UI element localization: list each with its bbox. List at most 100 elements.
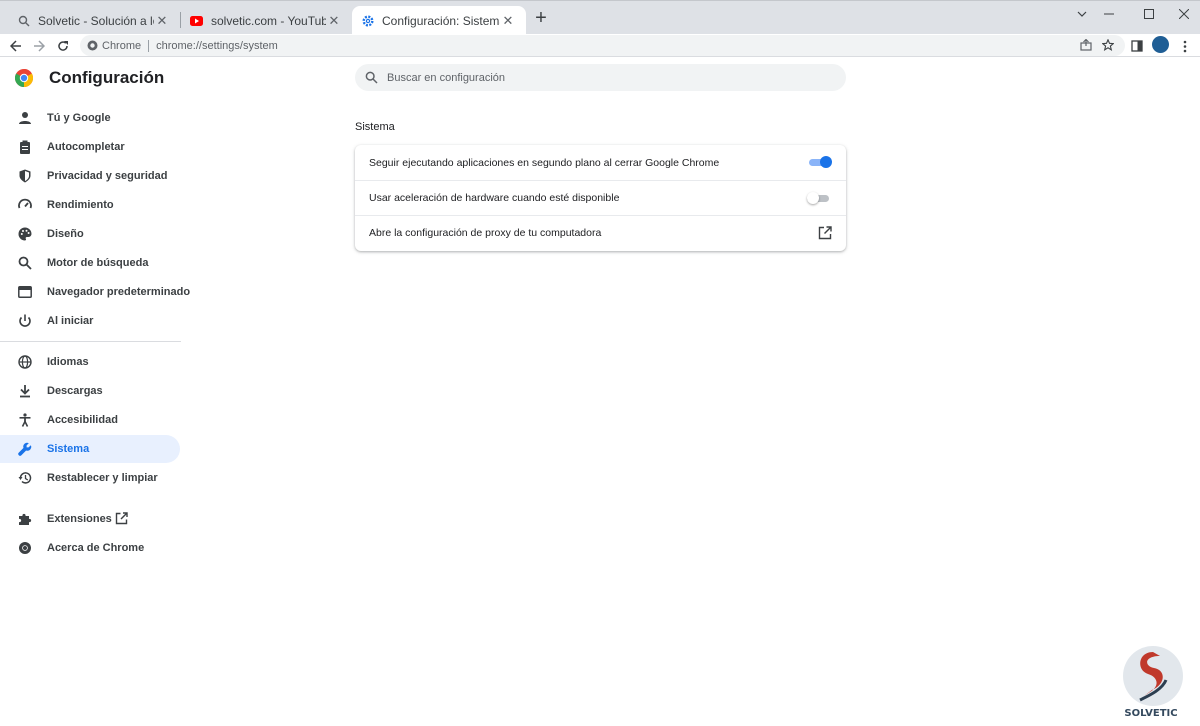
external-link-icon bbox=[115, 512, 128, 525]
sidebar-item-downloads[interactable]: Descargas bbox=[0, 377, 180, 405]
tab-solvetic[interactable]: Solvetic - Solución a los problem ✕ bbox=[8, 6, 180, 35]
external-link-icon[interactable] bbox=[818, 226, 832, 240]
page-title: Configuración bbox=[49, 68, 165, 87]
toggle-knob bbox=[820, 156, 832, 168]
more-vert-icon bbox=[1183, 40, 1187, 52]
setting-row-background-apps[interactable]: Seguir ejecutando aplicaciones en segund… bbox=[355, 145, 846, 180]
address-bar[interactable]: Chrome chrome://settings/system bbox=[80, 35, 1125, 56]
sidebar-item-label: Motor de búsqueda bbox=[47, 257, 149, 269]
omnibox-url: chrome://settings/system bbox=[156, 39, 278, 52]
person-icon bbox=[19, 112, 31, 124]
tab-search-button[interactable] bbox=[1068, 4, 1096, 24]
sidebar-item-languages[interactable]: Idiomas bbox=[0, 348, 180, 376]
tab-title: Configuración: Sistema bbox=[382, 13, 500, 28]
settings-search bbox=[355, 64, 846, 91]
youtube-icon bbox=[190, 15, 203, 26]
puzzle-icon bbox=[19, 513, 32, 525]
sidebar-item-search-engine[interactable]: Motor de búsqueda bbox=[0, 249, 180, 277]
gear-icon bbox=[362, 14, 374, 27]
sidebar-item-label: Tú y Google bbox=[47, 112, 111, 124]
setting-label: Usar aceleración de hardware cuando esté… bbox=[369, 192, 620, 204]
omnibox-chrome-label: Chrome bbox=[102, 39, 142, 52]
back-button[interactable] bbox=[7, 37, 25, 55]
restore-icon bbox=[18, 472, 32, 484]
sidebar-item-performance[interactable]: Rendimiento bbox=[0, 191, 180, 219]
accessibility-icon bbox=[19, 413, 31, 427]
tab-title: solvetic.com - YouTube bbox=[211, 13, 326, 28]
search-favicon-icon bbox=[18, 15, 30, 26]
new-tab-button[interactable]: + bbox=[532, 8, 550, 28]
sidebar-item-label: Idiomas bbox=[47, 356, 89, 368]
reload-button[interactable] bbox=[54, 37, 72, 55]
tab-settings[interactable]: Configuración: Sistema ✕ bbox=[352, 6, 526, 35]
clipboard-icon bbox=[20, 140, 30, 154]
sidebar-item-reset[interactable]: Restablecer y limpiar bbox=[0, 464, 180, 492]
sidebar-item-system[interactable]: Sistema bbox=[0, 435, 180, 463]
tab-strip: Solvetic - Solución a los problem ✕ solv… bbox=[0, 0, 1200, 35]
system-settings-card: Seguir ejecutando aplicaciones en segund… bbox=[355, 145, 846, 251]
arrow-right-icon bbox=[34, 40, 45, 52]
close-icon[interactable]: ✕ bbox=[326, 13, 342, 29]
share-icon[interactable] bbox=[1080, 39, 1092, 51]
sidebar-item-label: Diseño bbox=[47, 228, 84, 240]
chrome-logo-icon bbox=[15, 69, 33, 87]
maximize-icon bbox=[1144, 9, 1154, 19]
close-icon[interactable]: ✕ bbox=[500, 13, 516, 29]
sidebar-item-label: Accesibilidad bbox=[47, 414, 118, 426]
sidebar-item-label: Rendimiento bbox=[47, 199, 114, 211]
power-icon bbox=[19, 314, 31, 327]
setting-row-proxy[interactable]: Abre la configuración de proxy de tu com… bbox=[355, 215, 846, 250]
search-input[interactable] bbox=[387, 68, 827, 87]
minimize-icon bbox=[1104, 13, 1114, 15]
sidebar-item-you-and-google[interactable]: Tú y Google bbox=[0, 104, 180, 132]
sidebar-item-label: Autocompletar bbox=[47, 141, 125, 153]
sidebar-item-label: Navegador predeterminado bbox=[47, 286, 191, 298]
toggle-knob bbox=[807, 192, 819, 204]
tab-title: Solvetic - Solución a los problem bbox=[38, 13, 154, 28]
omnibox-separator bbox=[148, 39, 150, 52]
sidebar-item-label: Al iniciar bbox=[47, 315, 94, 327]
download-icon bbox=[20, 385, 30, 398]
close-icon[interactable]: ✕ bbox=[154, 13, 170, 29]
sidebar-item-autofill[interactable]: Autocompletar bbox=[0, 133, 180, 161]
sidebar-item-label: Descargas bbox=[47, 385, 103, 397]
sidebar-divider bbox=[0, 341, 181, 342]
side-panel-button[interactable] bbox=[1128, 37, 1146, 55]
search-icon bbox=[18, 256, 32, 270]
sidebar-item-privacy[interactable]: Privacidad y seguridad bbox=[0, 162, 180, 190]
browser-window-icon bbox=[18, 286, 32, 298]
maximize-button[interactable] bbox=[1135, 4, 1163, 24]
setting-label: Abre la configuración de proxy de tu com… bbox=[369, 227, 602, 239]
sidebar-item-appearance[interactable]: Diseño bbox=[0, 220, 180, 248]
sidebar-item-about-chrome[interactable]: Acerca de Chrome bbox=[0, 534, 180, 562]
star-icon[interactable] bbox=[1102, 39, 1114, 51]
side-panel-icon bbox=[1131, 40, 1143, 52]
setting-row-hardware-acceleration[interactable]: Usar aceleración de hardware cuando esté… bbox=[355, 180, 846, 215]
sidebar-item-extensions[interactable]: Extensiones bbox=[0, 505, 180, 533]
wrench-icon bbox=[18, 442, 32, 456]
sidebar-item-on-startup[interactable]: Al iniciar bbox=[0, 307, 180, 335]
background-apps-toggle[interactable] bbox=[809, 156, 832, 168]
toolbar: Chrome chrome://settings/system bbox=[0, 34, 1200, 57]
section-title: Sistema bbox=[355, 121, 395, 133]
minimize-button[interactable] bbox=[1095, 4, 1123, 24]
sidebar-item-label: Extensiones bbox=[47, 513, 112, 525]
forward-button[interactable] bbox=[30, 37, 48, 55]
sidebar-item-label: Sistema bbox=[47, 443, 90, 455]
setting-label: Seguir ejecutando aplicaciones en segund… bbox=[369, 157, 720, 169]
chrome-logo-icon bbox=[19, 542, 31, 554]
close-window-button[interactable] bbox=[1170, 4, 1198, 24]
arrow-left-icon bbox=[10, 40, 21, 52]
sidebar-item-default-browser[interactable]: Navegador predeterminado bbox=[0, 278, 190, 306]
sidebar-item-label: Privacidad y seguridad bbox=[47, 170, 168, 182]
profile-avatar[interactable] bbox=[1152, 36, 1169, 53]
search-icon bbox=[365, 71, 378, 84]
sidebar-item-label: Restablecer y limpiar bbox=[47, 472, 158, 484]
hardware-acceleration-toggle[interactable] bbox=[807, 192, 829, 204]
shield-icon bbox=[19, 169, 31, 183]
tab-youtube[interactable]: solvetic.com - YouTube ✕ bbox=[180, 6, 352, 35]
palette-icon bbox=[18, 227, 32, 241]
speedometer-icon bbox=[18, 198, 32, 209]
menu-button[interactable] bbox=[1176, 37, 1194, 55]
sidebar-item-accessibility[interactable]: Accesibilidad bbox=[0, 406, 180, 434]
